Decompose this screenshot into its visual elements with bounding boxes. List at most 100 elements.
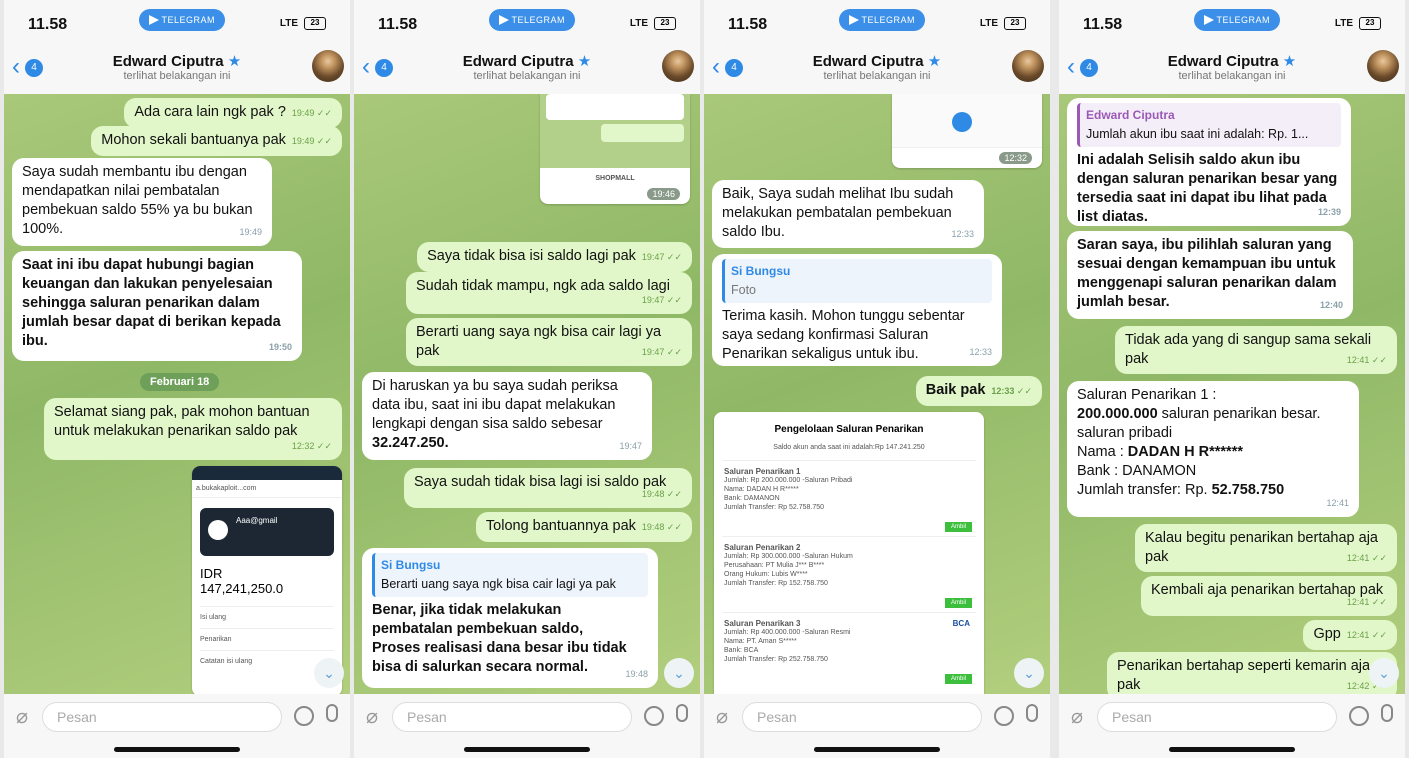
withdrawal-channel-1: Saluran Penarikan 1 Jumlah: Rp 200.000.0… <box>722 460 976 536</box>
battery-icon: 23 <box>1359 17 1381 30</box>
message-outgoing[interactable]: Tolong bantuannya pak 19:48 ✓✓ <box>475 512 692 542</box>
avatar[interactable] <box>312 50 344 82</box>
home-indicator <box>1169 747 1295 752</box>
withdrawal-channel-3: Saluran Penarikan 3 BCA Jumlah: Rp 400.0… <box>722 612 976 688</box>
chat-screen-1: 11.58 TELEGRAM LTE 23 ‹ 4 Edward Ciputra… <box>4 0 350 758</box>
scroll-down-button[interactable]: ⌄ <box>664 658 694 688</box>
contact-name[interactable]: Edward Ciputra ★ <box>4 52 350 70</box>
message-outgoing[interactable]: Mohon sekali bantuanya pak 19:49 ✓✓ <box>91 126 342 156</box>
attach-icon[interactable]: ⌀ <box>366 704 378 729</box>
verified-star-icon: ★ <box>1282 53 1297 70</box>
scroll-down-button[interactable]: ⌄ <box>1369 658 1399 688</box>
balance: IDR 147,241,250.0 <box>200 566 284 596</box>
screenshot-image[interactable]: 12:32 <box>892 94 1042 168</box>
message-outgoing[interactable]: Saya tidak bisa isi saldo lagi pak 19:47 … <box>417 242 692 272</box>
telegram-pill: TELEGRAM <box>839 9 925 31</box>
message-outgoing[interactable]: Tidak ada yang di sangup sama sekali pak 1… <box>1115 326 1397 374</box>
attach-icon[interactable]: ⌀ <box>1071 704 1083 729</box>
telegram-pill: TELEGRAM <box>1194 9 1280 31</box>
message-list[interactable]: Ada cara lain ngk pak ? 19:49 ✓✓ Mohon se… <box>4 94 350 694</box>
status-bar: 11.58 TELEGRAM LTE 23 <box>4 0 350 44</box>
contact-name[interactable]: Edward Ciputra ★ <box>1059 52 1405 70</box>
telegram-pill: TELEGRAM <box>489 9 575 31</box>
verified-star-icon: ★ <box>577 53 592 70</box>
contact-name[interactable]: Edward Ciputra ★ <box>354 52 700 70</box>
attach-icon[interactable]: ⌀ <box>16 704 28 729</box>
message-outgoing[interactable]: Saya sudah tidak bisa lagi isi saldo pak… <box>404 468 692 508</box>
message-incoming[interactable]: Si Bungsu Foto Terima kasih. Mohon tunggu… <box>712 254 1002 366</box>
chat-screen-4: 11.58 TELEGRAM LTE 23 ‹ 4 Edward Ciputra… <box>1059 0 1405 758</box>
reply-quote[interactable]: Edward Ciputra Jumlah akun ibu saat ini a… <box>1077 103 1341 147</box>
microphone-icon[interactable] <box>326 704 338 722</box>
message-outgoing[interactable]: Baik pak 12:33 ✓✓ <box>915 376 1042 406</box>
message-outgoing[interactable]: Kalau begitu penarikan bertahap aja pak 12… <box>1135 524 1397 572</box>
withdrawal-channel-2: Saluran Penarikan 2 Jumlah: Rp 300.000.0… <box>722 536 976 612</box>
message-input[interactable]: Pesan <box>42 702 282 732</box>
scroll-down-button[interactable]: ⌄ <box>1014 658 1044 688</box>
message-outgoing[interactable]: Sudah tidak mampu, ngk ada saldo lagi 19:… <box>406 272 692 314</box>
sticker-icon[interactable] <box>994 706 1014 726</box>
message-input[interactable]: Pesan <box>392 702 632 732</box>
telegram-pill: TELEGRAM <box>139 9 225 31</box>
signal-indicator: LTE <box>279 18 298 29</box>
microphone-icon[interactable] <box>676 704 688 722</box>
message-input[interactable]: Pesan <box>742 702 982 732</box>
message-incoming[interactable]: Baik, Saya sudah melihat Ibu sudah melaku… <box>712 180 984 248</box>
battery-icon: 23 <box>304 17 326 30</box>
message-incoming[interactable]: Si Bungsu Berarti uang saya ngk bisa cair… <box>362 548 658 688</box>
chat-header: ‹ 4 Edward Ciputra ★ terlihat belakangan… <box>4 44 350 94</box>
withdrawal-document-image[interactable]: Pengelolaan Saluran Penarikan Saldo akun… <box>714 412 984 694</box>
screenshot-image[interactable]: SHOPMALL 19:46 <box>540 94 690 204</box>
message-incoming[interactable]: Saran saya, ibu pilihlah saluran yang ses… <box>1067 231 1353 319</box>
verified-star-icon: ★ <box>227 53 242 70</box>
chat-screen-2: 11.58 TELEGRAM LTE 23 ‹ 4 Edward Ciputra… <box>354 0 700 758</box>
account-card: Aaa@gmail <box>200 508 334 556</box>
input-bar: ⌀ Pesan <box>1059 694 1405 738</box>
message-list[interactable]: SHOPMALL 19:46 Saya tidak bisa isi saldo… <box>354 94 700 694</box>
message-outgoing[interactable]: Selamat siang pak, pak mohon bantuan untu… <box>44 398 342 460</box>
reply-quote[interactable]: Si Bungsu Foto <box>722 259 992 303</box>
message-incoming[interactable]: Di haruskan ya bu saya sudah periksa data… <box>362 372 652 460</box>
input-bar: ⌀ Pesan <box>354 694 700 738</box>
message-incoming[interactable]: Edward Ciputra Jumlah akun ibu saat ini a… <box>1067 98 1351 226</box>
message-incoming[interactable]: Saya sudah membantu ibu dengan mendapatka… <box>12 158 272 246</box>
chat-header: ‹ 4 Edward Ciputra ★ terlihat belakangan… <box>1059 44 1405 94</box>
verified-star-icon: ★ <box>927 53 942 70</box>
message-incoming[interactable]: Saat ini ibu dapat hubungi bagian keuanga… <box>12 251 302 361</box>
contact-name[interactable]: Edward Ciputra ★ <box>704 52 1050 70</box>
chat-screen-3: 11.58 TELEGRAM LTE 23 ‹ 4 Edward Ciputra… <box>704 0 1050 758</box>
reply-quote[interactable]: Si Bungsu Berarti uang saya ngk bisa cair… <box>372 553 648 597</box>
attach-icon[interactable]: ⌀ <box>716 704 728 729</box>
microphone-icon[interactable] <box>1026 704 1038 722</box>
clock: 11.58 <box>28 16 68 33</box>
message-outgoing[interactable]: Penarikan bertahap seperti kemarin aja pa… <box>1107 652 1397 694</box>
avatar[interactable] <box>1012 50 1044 82</box>
sticker-icon[interactable] <box>644 706 664 726</box>
status-bar: 11.58 TELEGRAM LTE 23 <box>704 0 1050 44</box>
sticker-icon[interactable] <box>294 706 314 726</box>
home-indicator <box>814 747 940 752</box>
message-outgoing[interactable]: Ada cara lain ngk pak ? 19:49 ✓✓ <box>124 98 342 128</box>
message-outgoing[interactable]: Berarti uang saya ngk bisa cair lagi ya p… <box>406 318 692 366</box>
avatar[interactable] <box>1367 50 1399 82</box>
sticker-icon[interactable] <box>1349 706 1369 726</box>
input-bar: ⌀ Pesan <box>704 694 1050 738</box>
message-outgoing[interactable]: Kembali aja penarikan bertahap pak 12:41 … <box>1141 576 1397 616</box>
message-list[interactable]: 12:32 Baik, Saya sudah melihat Ibu sudah… <box>704 94 1050 694</box>
status-bar: 11.58 TELEGRAM LTE 23 <box>354 0 700 44</box>
scroll-down-button[interactable]: ⌄ <box>314 658 344 688</box>
url-bar: a.bukakaploit...com <box>192 480 342 498</box>
message-incoming[interactable]: Saluran Penarikan 1 : 200.000.000 salura… <box>1067 381 1359 517</box>
message-input[interactable]: Pesan <box>1097 702 1337 732</box>
message-outgoing[interactable]: Gpp 12:41 ✓✓ <box>1303 620 1397 650</box>
battery-icon: 23 <box>1004 17 1026 30</box>
message-list[interactable]: Edward Ciputra Jumlah akun ibu saat ini a… <box>1059 94 1405 694</box>
date-separator: Februari 18 <box>140 373 220 391</box>
microphone-icon[interactable] <box>1381 704 1393 722</box>
avatar[interactable] <box>662 50 694 82</box>
home-indicator <box>464 747 590 752</box>
status-bar: 11.58 TELEGRAM LTE 23 <box>1059 0 1405 44</box>
input-bar: ⌀ Pesan <box>4 694 350 738</box>
last-seen: terlihat belakangan ini <box>123 70 231 82</box>
home-indicator <box>114 747 240 752</box>
